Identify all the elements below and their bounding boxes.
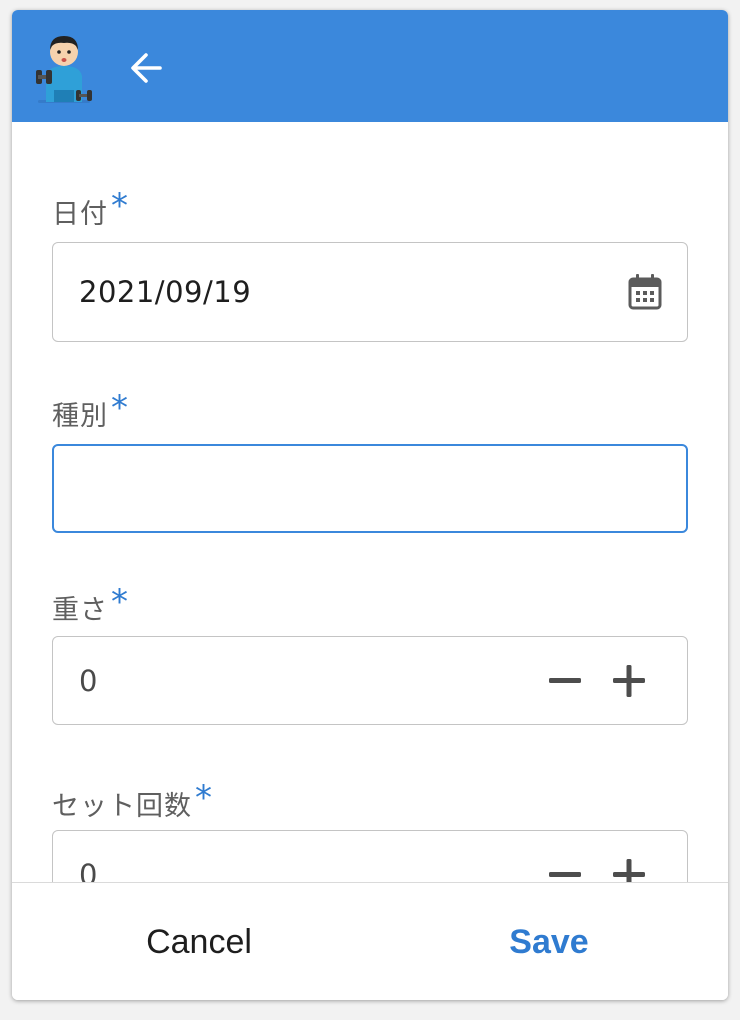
- weight-label: 重さ*: [52, 582, 129, 626]
- form-content: 日付* 2021/09/19 種別* 重さ* 0 セット回数* 0: [12, 122, 728, 882]
- minus-icon: [549, 677, 581, 683]
- calendar-icon[interactable]: [627, 273, 663, 311]
- date-field[interactable]: 2021/09/19: [52, 242, 688, 342]
- cancel-button[interactable]: Cancel: [20, 883, 378, 1000]
- date-value: 2021/09/19: [79, 275, 252, 309]
- sets-increment-button[interactable]: [607, 853, 651, 882]
- arrow-left-icon: [131, 53, 162, 83]
- back-button[interactable]: [120, 42, 172, 94]
- weight-stepper[interactable]: 0: [52, 636, 688, 725]
- dialog-window: 日付* 2021/09/19 種別* 重さ* 0 セット回数* 0 Cancel…: [12, 10, 728, 1000]
- type-label: 種別*: [52, 388, 129, 432]
- type-input[interactable]: [52, 444, 688, 533]
- sets-value: 0: [79, 857, 98, 883]
- minus-icon: [549, 871, 581, 877]
- weight-value: 0: [79, 663, 98, 698]
- sets-stepper[interactable]: 0: [52, 830, 688, 882]
- date-label: 日付*: [52, 186, 129, 230]
- app-header: [12, 10, 728, 122]
- plus-icon: [613, 858, 645, 882]
- save-button[interactable]: Save: [370, 883, 728, 1000]
- sets-decrement-button[interactable]: [543, 853, 587, 883]
- weight-decrement-button[interactable]: [543, 659, 587, 703]
- dialog-footer: Cancel Save: [12, 882, 728, 1000]
- sets-label: セット回数*: [52, 778, 213, 822]
- plus-icon: [613, 664, 645, 697]
- dumbbell-man-avatar-icon: [36, 36, 92, 103]
- weight-increment-button[interactable]: [607, 659, 651, 703]
